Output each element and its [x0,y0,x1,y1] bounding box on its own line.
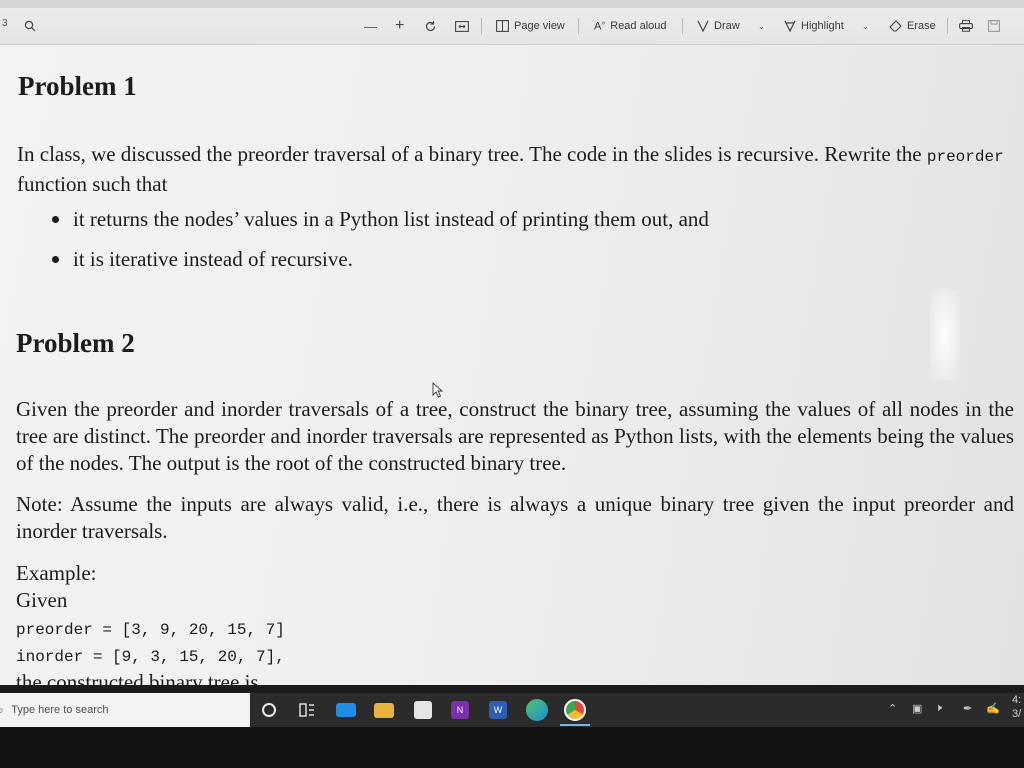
task-view-icon[interactable] [298,701,318,721]
inorder-code-line: inorder = [9, 3, 15, 20, 7], [16,648,285,666]
list-item: it is iterative instead of recursive. [52,246,353,273]
erase-label: Erase [907,20,936,32]
chrome-icon[interactable] [564,699,586,721]
window-top-edge [0,0,1024,8]
find-button[interactable] [24,8,36,44]
page-number: 3 [2,18,8,29]
list-item: it returns the nodes’ values in a Python… [52,206,709,233]
save-icon [988,20,1000,32]
fit-page-button[interactable] [455,8,469,44]
clock-time: 4: [1012,694,1022,706]
volume-icon[interactable]: 🕨 [935,702,942,715]
read-aloud-icon: A» [594,19,606,33]
print-button[interactable] [959,8,973,44]
toolbar-divider [947,18,948,34]
clock-date: 3/ [1012,708,1022,720]
chevron-down-icon: ⌄ [862,21,869,31]
problem1-text-start: In class, we discussed the preorder trav… [17,142,922,166]
preorder-code-line: preorder = [3, 9, 20, 15, 7] [16,621,285,639]
zoom-in-button[interactable]: + [395,8,404,44]
rotate-button[interactable] [424,8,437,44]
problem2-heading: Problem 2 [16,328,135,358]
laptop-bezel [0,727,1024,768]
page-view-label: Page view [514,20,565,32]
wifi-icon[interactable]: ✍ [986,702,1000,715]
taskbar-search-box[interactable]: ○ Type here to search [0,693,250,727]
search-icon [24,20,36,32]
file-explorer-icon[interactable] [374,703,394,718]
printer-icon [959,20,973,32]
draw-label: Draw [714,20,740,32]
clock[interactable]: 4: 3/ [1012,693,1021,721]
taskbar: ○ Type here to search N W ⌃ ▣ 🕨 ✒ ✍ 4: 3… [0,693,1024,727]
read-aloud-button[interactable]: A» Read aloud [594,8,667,44]
pdf-page: Problem 1 In class, we discussed the pre… [0,45,1024,685]
problem2-paragraph: Given the preorder and inorder traversal… [16,397,1014,475]
given-label: Given [16,588,68,612]
chevron-down-icon: ⌄ [758,21,765,31]
bullet-icon [52,215,59,223]
page-view-button[interactable]: Page view [496,8,565,44]
draw-pen-icon [697,20,709,32]
cutoff-text-line: the constructed binary tree is [16,670,259,685]
problem1-heading: Problem 1 [18,71,137,101]
mouse-pointer-icon [432,382,444,398]
toolbar-divider [481,18,482,34]
read-aloud-label: Read aloud [610,20,667,32]
problem1-text-end: function such that [17,172,168,196]
draw-options-button[interactable]: ⌄ [758,8,765,44]
highlight-button[interactable]: Highlight [784,8,844,44]
onenote-icon[interactable]: N [451,701,469,719]
bullet-icon [52,255,59,263]
mail-icon[interactable] [336,703,356,717]
save-button[interactable] [988,8,1000,44]
example-label: Example: [16,561,97,585]
store-icon[interactable] [414,701,432,719]
eraser-icon [889,20,902,32]
bullet-text: it returns the nodes’ values in a Python… [73,207,709,231]
rotate-icon [425,20,436,31]
pen-workspace-icon[interactable]: ✒ [963,702,972,715]
network-icon[interactable]: ▣ [912,702,922,715]
highlight-options-button[interactable]: ⌄ [862,8,869,44]
active-app-indicator [560,724,590,726]
screen-glare [930,290,960,380]
pdf-toolbar: 3 — + Page view A» Read aloud Draw ⌄ Hig… [0,8,1024,45]
draw-button[interactable]: Draw [697,8,740,44]
page-view-icon [496,20,509,32]
show-hidden-icons[interactable]: ⌃ [888,702,897,715]
preorder-code: preorder [926,148,1004,166]
note-paragraph: Note: Assume the inputs are always valid… [16,492,1014,543]
cortana-icon[interactable] [262,703,276,717]
toolbar-divider [682,18,683,34]
fit-page-icon [455,20,469,32]
word-icon[interactable]: W [489,701,507,719]
highlight-label: Highlight [801,20,844,32]
erase-button[interactable]: Erase [889,8,936,44]
edge-icon[interactable] [526,699,548,721]
search-icon: ○ [0,703,3,717]
zoom-out-button[interactable]: — [364,8,377,44]
highlighter-icon [784,20,796,32]
search-placeholder: Type here to search [11,704,109,716]
problem1-paragraph: In class, we discussed the preorder trav… [17,141,1012,198]
bullet-text: it is iterative instead of recursive. [73,247,353,271]
toolbar-divider [578,18,579,34]
